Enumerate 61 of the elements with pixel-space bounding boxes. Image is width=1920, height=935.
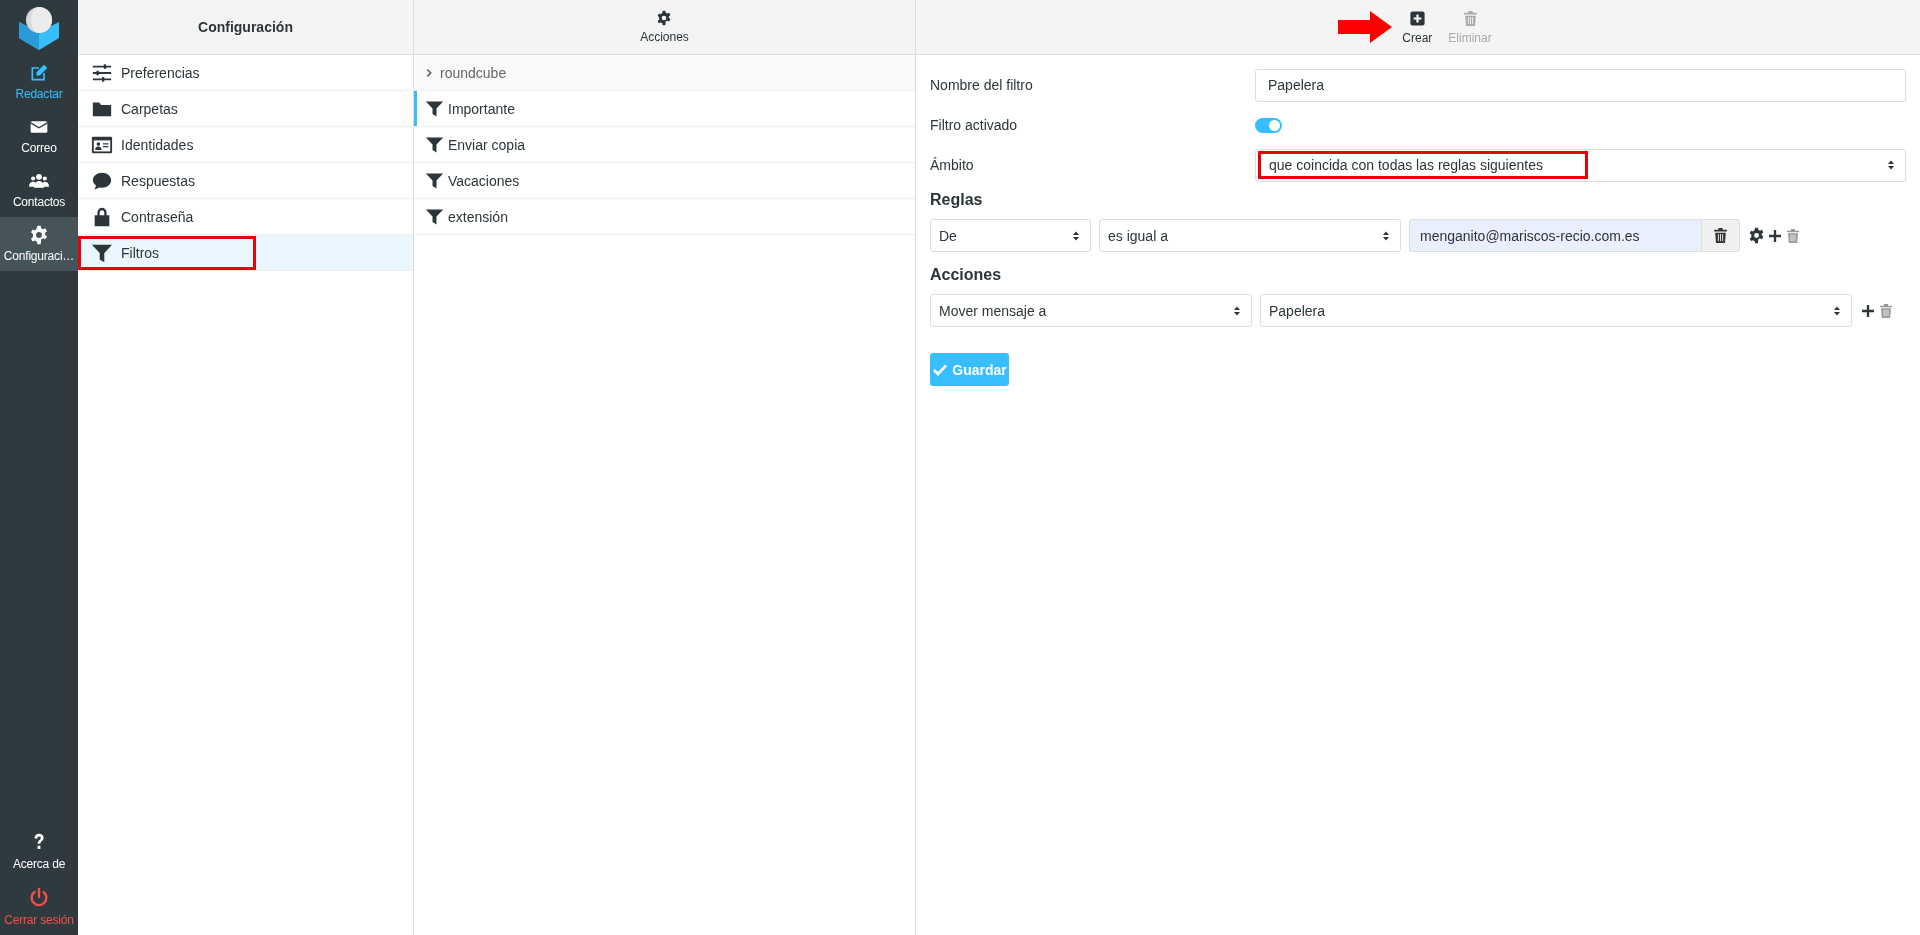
add-button[interactable] bbox=[1767, 227, 1783, 244]
funnel-icon bbox=[425, 207, 444, 226]
settings-item[interactable]: Filtros bbox=[78, 235, 256, 270]
nav-item[interactable]: Redactar bbox=[0, 55, 78, 109]
nav-item[interactable]: Contactos bbox=[0, 163, 78, 217]
trash-icon bbox=[1878, 302, 1894, 319]
settings-item[interactable]: Identidades bbox=[78, 127, 413, 162]
plus-icon bbox=[1767, 227, 1783, 244]
actions-button[interactable]: Acciones bbox=[634, 6, 695, 48]
filter-item[interactable]: Enviar copia bbox=[414, 127, 915, 162]
filter-set-item[interactable]: roundcube bbox=[414, 55, 517, 90]
gear-icon bbox=[1748, 227, 1765, 244]
filter-name-field[interactable]: Papelera bbox=[1255, 68, 1906, 102]
rule-value-field[interactable]: menganito@mariscos-recio.com.es bbox=[1409, 219, 1701, 252]
action-select[interactable]: Mover mensaje a bbox=[930, 294, 1252, 327]
trash-icon bbox=[1712, 227, 1729, 244]
nav-item[interactable]: Acerca de bbox=[0, 823, 78, 879]
sliders-icon bbox=[91, 61, 113, 84]
field-label: Filtro activado bbox=[930, 117, 1019, 133]
sort-arrows-icon bbox=[1380, 229, 1392, 242]
filter-item[interactable]: Vacaciones bbox=[414, 163, 915, 198]
funnel-icon bbox=[425, 135, 444, 154]
scope-select[interactable]: que coincida con todas las reglas siguientes bbox=[1255, 148, 1906, 182]
operator-select[interactable]: es igual a bbox=[1099, 219, 1401, 252]
pencil-square-icon bbox=[29, 63, 49, 83]
plus-square-icon bbox=[1408, 9, 1426, 27]
nav-item[interactable]: Configuraci… bbox=[0, 217, 78, 271]
cube-logo-icon bbox=[17, 5, 61, 50]
trash-icon bbox=[1461, 9, 1479, 27]
header-select[interactable]: De bbox=[930, 219, 1091, 252]
sort-arrows-icon bbox=[1070, 229, 1082, 242]
filter-item[interactable]: extensión bbox=[414, 199, 915, 234]
sort-arrows-icon bbox=[1231, 304, 1243, 317]
field-label: Nombre del filtro bbox=[930, 77, 1034, 93]
section-heading: Reglas bbox=[930, 191, 984, 209]
sort-arrows-icon bbox=[1831, 304, 1843, 317]
settings-item[interactable]: Preferencias bbox=[78, 55, 413, 90]
settings-item[interactable]: Carpetas bbox=[78, 91, 413, 126]
gear-icon bbox=[29, 225, 49, 245]
delete-button[interactable] bbox=[1701, 219, 1740, 252]
settings-item[interactable]: Respuestas bbox=[78, 163, 413, 198]
filter-item[interactable]: Importante bbox=[414, 91, 915, 126]
add-button[interactable] bbox=[1860, 302, 1876, 319]
section-heading: Acciones bbox=[930, 266, 1003, 284]
plus-icon bbox=[1860, 302, 1876, 319]
panel-title: Configuración bbox=[198, 19, 293, 35]
folder-select[interactable]: Papelera bbox=[1260, 294, 1852, 327]
funnel-icon bbox=[425, 99, 444, 118]
toolbar-button[interactable]: Crear bbox=[1396, 5, 1439, 49]
toggle-switch[interactable] bbox=[1255, 117, 1282, 133]
power-icon bbox=[28, 887, 50, 909]
nav-item[interactable]: Correo bbox=[0, 109, 78, 163]
field-label: Ámbito bbox=[930, 157, 975, 173]
gear-icon bbox=[656, 10, 673, 26]
trash-icon bbox=[1785, 227, 1801, 244]
sort-arrows-icon bbox=[1885, 159, 1897, 171]
people-icon bbox=[29, 171, 49, 191]
chevron-right-icon bbox=[424, 67, 434, 78]
funnel-icon bbox=[425, 171, 444, 190]
advanced-button[interactable] bbox=[1748, 227, 1765, 244]
settings-item[interactable]: Contraseña bbox=[78, 199, 413, 234]
